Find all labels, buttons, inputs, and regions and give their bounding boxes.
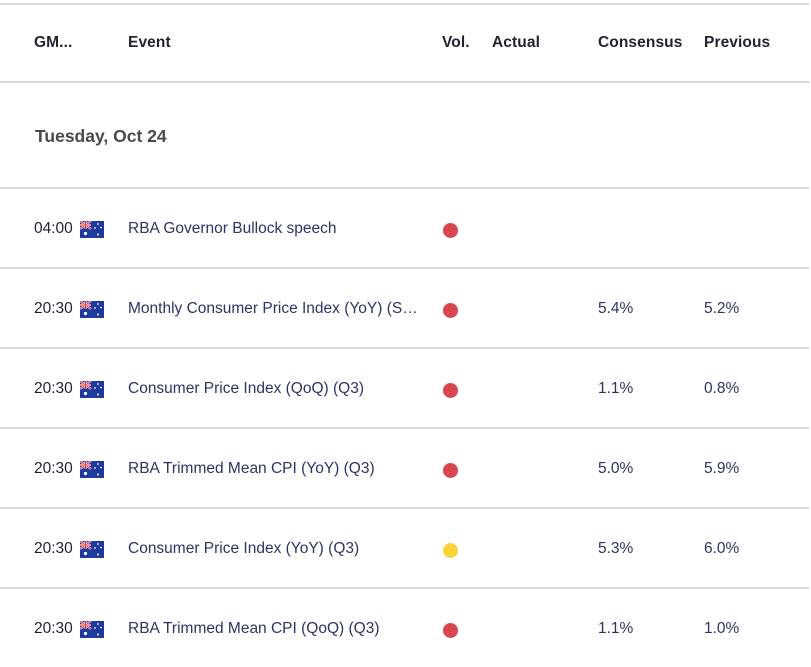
australia-flag-icon xyxy=(79,220,104,238)
event-name[interactable]: Consumer Price Index (YoY) (Q3) xyxy=(128,540,359,558)
header-vol[interactable]: Vol. xyxy=(442,34,470,52)
table-row[interactable]: 04:00 RBA Governor Bullock speech xyxy=(0,189,809,267)
header-consensus[interactable]: Consensus xyxy=(598,34,682,52)
consensus-value: 5.3% xyxy=(598,540,634,557)
table-header: GM... Event Vol. Actual Consensus Previo… xyxy=(0,5,809,81)
high-volatility-dot-icon xyxy=(443,223,458,238)
event-name[interactable]: RBA Trimmed Mean CPI (QoQ) (Q3) xyxy=(128,620,380,638)
consensus-value: 5.4% xyxy=(598,300,634,317)
header-actual[interactable]: Actual xyxy=(492,34,540,52)
event-time: 20:30 xyxy=(34,380,73,397)
high-volatility-dot-icon xyxy=(443,623,458,638)
header-time[interactable]: GM... xyxy=(34,34,72,52)
event-time: 04:00 xyxy=(34,220,73,237)
header-previous[interactable]: Previous xyxy=(704,34,770,52)
australia-flag-icon xyxy=(79,300,104,318)
previous-value: 1.0% xyxy=(704,620,740,637)
consensus-value: 1.1% xyxy=(598,620,634,637)
event-name[interactable]: Consumer Price Index (QoQ) (Q3) xyxy=(128,380,364,398)
event-name[interactable]: RBA Governor Bullock speech xyxy=(128,220,337,238)
event-time: 20:30 xyxy=(34,300,73,317)
consensus-value: 1.1% xyxy=(598,380,634,397)
high-volatility-dot-icon xyxy=(443,463,458,478)
high-volatility-dot-icon xyxy=(443,383,458,398)
header-event[interactable]: Event xyxy=(128,34,171,52)
event-time: 20:30 xyxy=(34,620,73,637)
date-group-row: Tuesday, Oct 24 xyxy=(0,83,809,187)
table-row[interactable]: 20:30 Consumer Price Index (YoY) (Q3) 5.… xyxy=(0,509,809,587)
consensus-value: 5.0% xyxy=(598,460,634,477)
table-row[interactable]: 20:30 Monthly Consumer Price Index (YoY)… xyxy=(0,269,809,347)
australia-flag-icon xyxy=(79,380,104,398)
previous-value: 6.0% xyxy=(704,540,740,557)
australia-flag-icon xyxy=(79,620,104,638)
previous-value: 5.2% xyxy=(704,300,740,317)
table-row[interactable]: 20:30 Consumer Price Index (QoQ) (Q3) 1.… xyxy=(0,349,809,427)
previous-value: 0.8% xyxy=(704,380,740,397)
high-volatility-dot-icon xyxy=(443,303,458,318)
australia-flag-icon xyxy=(79,540,104,558)
medium-volatility-dot-icon xyxy=(443,543,458,558)
event-time: 20:30 xyxy=(34,460,73,477)
event-name[interactable]: Monthly Consumer Price Index (YoY) (S… xyxy=(128,300,418,318)
event-name[interactable]: RBA Trimmed Mean CPI (YoY) (Q3) xyxy=(128,460,375,478)
date-group-label: Tuesday, Oct 24 xyxy=(35,126,167,146)
previous-value: 5.9% xyxy=(704,460,740,477)
table-row[interactable]: 20:30 RBA Trimmed Mean CPI (YoY) (Q3) 5.… xyxy=(0,429,809,507)
event-time: 20:30 xyxy=(34,540,73,557)
australia-flag-icon xyxy=(79,460,104,478)
table-row[interactable]: 20:30 RBA Trimmed Mean CPI (QoQ) (Q3) 1.… xyxy=(0,589,809,667)
